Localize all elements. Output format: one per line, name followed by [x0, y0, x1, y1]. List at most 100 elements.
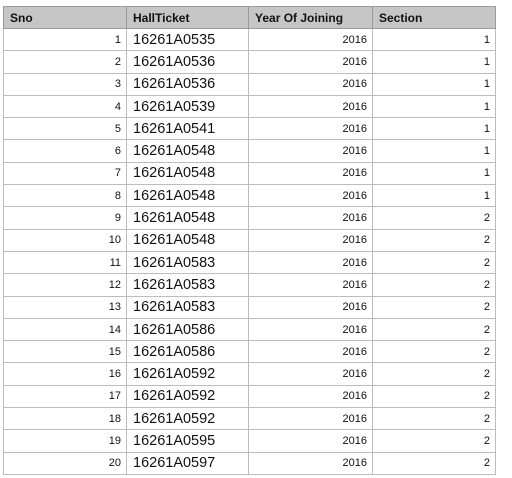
cell-hallticket[interactable]: 16261A0583: [126, 295, 249, 319]
cell-hallticket[interactable]: 16261A0548: [126, 161, 249, 186]
cell-section[interactable]: 2: [372, 317, 496, 342]
table-row: 18 16261A0592 2016 2: [3, 407, 496, 431]
cell-year-of-joining[interactable]: 2016: [248, 117, 373, 141]
cell-hallticket[interactable]: 16261A0548: [126, 206, 249, 230]
cell-year-of-joining[interactable]: 2016: [248, 429, 373, 453]
cell-year-of-joining[interactable]: 2016: [248, 206, 373, 230]
cell-section[interactable]: 1: [372, 139, 496, 163]
cell-section[interactable]: 2: [372, 362, 496, 386]
cell-section[interactable]: 2: [372, 407, 496, 431]
cell-sno[interactable]: 12: [3, 273, 127, 297]
table-row: 2 16261A0536 2016 1: [3, 50, 496, 74]
cell-year-of-joining[interactable]: 2016: [248, 317, 373, 342]
cell-section[interactable]: 2: [372, 273, 496, 297]
cell-year-of-joining[interactable]: 2016: [248, 384, 373, 409]
student-table: Sno HallTicket Year Of Joining Section 1…: [3, 6, 496, 475]
cell-sno[interactable]: 20: [3, 451, 127, 475]
cell-year-of-joining[interactable]: 2016: [248, 340, 373, 364]
cell-section[interactable]: 2: [372, 206, 496, 230]
cell-sno[interactable]: 15: [3, 340, 127, 364]
table-row: 7 16261A0548 2016 1: [3, 161, 496, 186]
cell-year-of-joining[interactable]: 2016: [248, 184, 373, 208]
cell-sno[interactable]: 13: [3, 295, 127, 319]
cell-year-of-joining[interactable]: 2016: [248, 451, 373, 475]
cell-hallticket[interactable]: 16261A0548: [126, 139, 249, 163]
cell-sno[interactable]: 11: [3, 250, 127, 275]
header-hallticket[interactable]: HallTicket: [126, 6, 249, 29]
table-body: 1 16261A0535 2016 1 2 16261A0536 2016 1 3 16261A0…: [3, 27, 496, 475]
cell-section[interactable]: 1: [372, 27, 496, 52]
cell-hallticket[interactable]: 16261A0586: [126, 340, 249, 364]
header-sno[interactable]: Sno: [3, 6, 127, 29]
cell-sno[interactable]: 14: [3, 317, 127, 342]
cell-sno[interactable]: 2: [3, 50, 127, 74]
cell-year-of-joining[interactable]: 2016: [248, 139, 373, 163]
cell-year-of-joining[interactable]: 2016: [248, 273, 373, 297]
table-row: 5 16261A0541 2016 1: [3, 117, 496, 141]
cell-hallticket[interactable]: 16261A0548: [126, 184, 249, 208]
cell-section[interactable]: 2: [372, 228, 496, 252]
cell-sno[interactable]: 1: [3, 27, 127, 52]
table-row: 6 16261A0548 2016 1: [3, 139, 496, 163]
cell-year-of-joining[interactable]: 2016: [248, 94, 373, 119]
cell-year-of-joining[interactable]: 2016: [248, 362, 373, 386]
cell-hallticket[interactable]: 16261A0592: [126, 362, 249, 386]
cell-year-of-joining[interactable]: 2016: [248, 72, 373, 96]
cell-section[interactable]: 1: [372, 72, 496, 96]
cell-hallticket[interactable]: 16261A0536: [126, 72, 249, 96]
table-row: 4 16261A0539 2016 1: [3, 94, 496, 119]
cell-year-of-joining[interactable]: 2016: [248, 407, 373, 431]
cell-sno[interactable]: 16: [3, 362, 127, 386]
cell-sno[interactable]: 3: [3, 72, 127, 96]
cell-hallticket[interactable]: 16261A0583: [126, 250, 249, 275]
cell-year-of-joining[interactable]: 2016: [248, 250, 373, 275]
cell-year-of-joining[interactable]: 2016: [248, 27, 373, 52]
table-row: 1 16261A0535 2016 1: [3, 27, 496, 52]
table-row: 13 16261A0583 2016 2: [3, 295, 496, 319]
table-row: 8 16261A0548 2016 1: [3, 184, 496, 208]
header-year-of-joining[interactable]: Year Of Joining: [248, 6, 373, 29]
cell-section[interactable]: 1: [372, 50, 496, 74]
cell-hallticket[interactable]: 16261A0548: [126, 228, 249, 252]
cell-sno[interactable]: 5: [3, 117, 127, 141]
cell-hallticket[interactable]: 16261A0541: [126, 117, 249, 141]
table-row: 19 16261A0595 2016 2: [3, 429, 496, 453]
cell-sno[interactable]: 6: [3, 139, 127, 163]
cell-year-of-joining[interactable]: 2016: [248, 161, 373, 186]
cell-year-of-joining[interactable]: 2016: [248, 228, 373, 252]
cell-section[interactable]: 2: [372, 429, 496, 453]
cell-sno[interactable]: 8: [3, 184, 127, 208]
cell-section[interactable]: 2: [372, 451, 496, 475]
cell-section[interactable]: 1: [372, 117, 496, 141]
cell-section[interactable]: 2: [372, 250, 496, 275]
table-row: 15 16261A0586 2016 2: [3, 340, 496, 364]
cell-section[interactable]: 1: [372, 94, 496, 119]
cell-section[interactable]: 1: [372, 184, 496, 208]
cell-hallticket[interactable]: 16261A0592: [126, 384, 249, 409]
cell-hallticket[interactable]: 16261A0592: [126, 407, 249, 431]
header-section[interactable]: Section: [372, 6, 496, 29]
cell-sno[interactable]: 17: [3, 384, 127, 409]
cell-section[interactable]: 1: [372, 161, 496, 186]
cell-sno[interactable]: 7: [3, 161, 127, 186]
cell-hallticket[interactable]: 16261A0597: [126, 451, 249, 475]
cell-section[interactable]: 2: [372, 295, 496, 319]
cell-sno[interactable]: 4: [3, 94, 127, 119]
cell-sno[interactable]: 10: [3, 228, 127, 252]
cell-section[interactable]: 2: [372, 384, 496, 409]
cell-sno[interactable]: 19: [3, 429, 127, 453]
cell-hallticket[interactable]: 16261A0586: [126, 317, 249, 342]
table-row: 17 16261A0592 2016 2: [3, 384, 496, 409]
cell-year-of-joining[interactable]: 2016: [248, 50, 373, 74]
cell-hallticket[interactable]: 16261A0539: [126, 94, 249, 119]
cell-hallticket[interactable]: 16261A0535: [126, 27, 249, 52]
table-row: 20 16261A0597 2016 2: [3, 451, 496, 475]
cell-year-of-joining[interactable]: 2016: [248, 295, 373, 319]
cell-sno[interactable]: 9: [3, 206, 127, 230]
cell-sno[interactable]: 18: [3, 407, 127, 431]
cell-hallticket[interactable]: 16261A0583: [126, 273, 249, 297]
cell-section[interactable]: 2: [372, 340, 496, 364]
cell-hallticket[interactable]: 16261A0595: [126, 429, 249, 453]
cell-hallticket[interactable]: 16261A0536: [126, 50, 249, 74]
table-row: 3 16261A0536 2016 1: [3, 72, 496, 96]
